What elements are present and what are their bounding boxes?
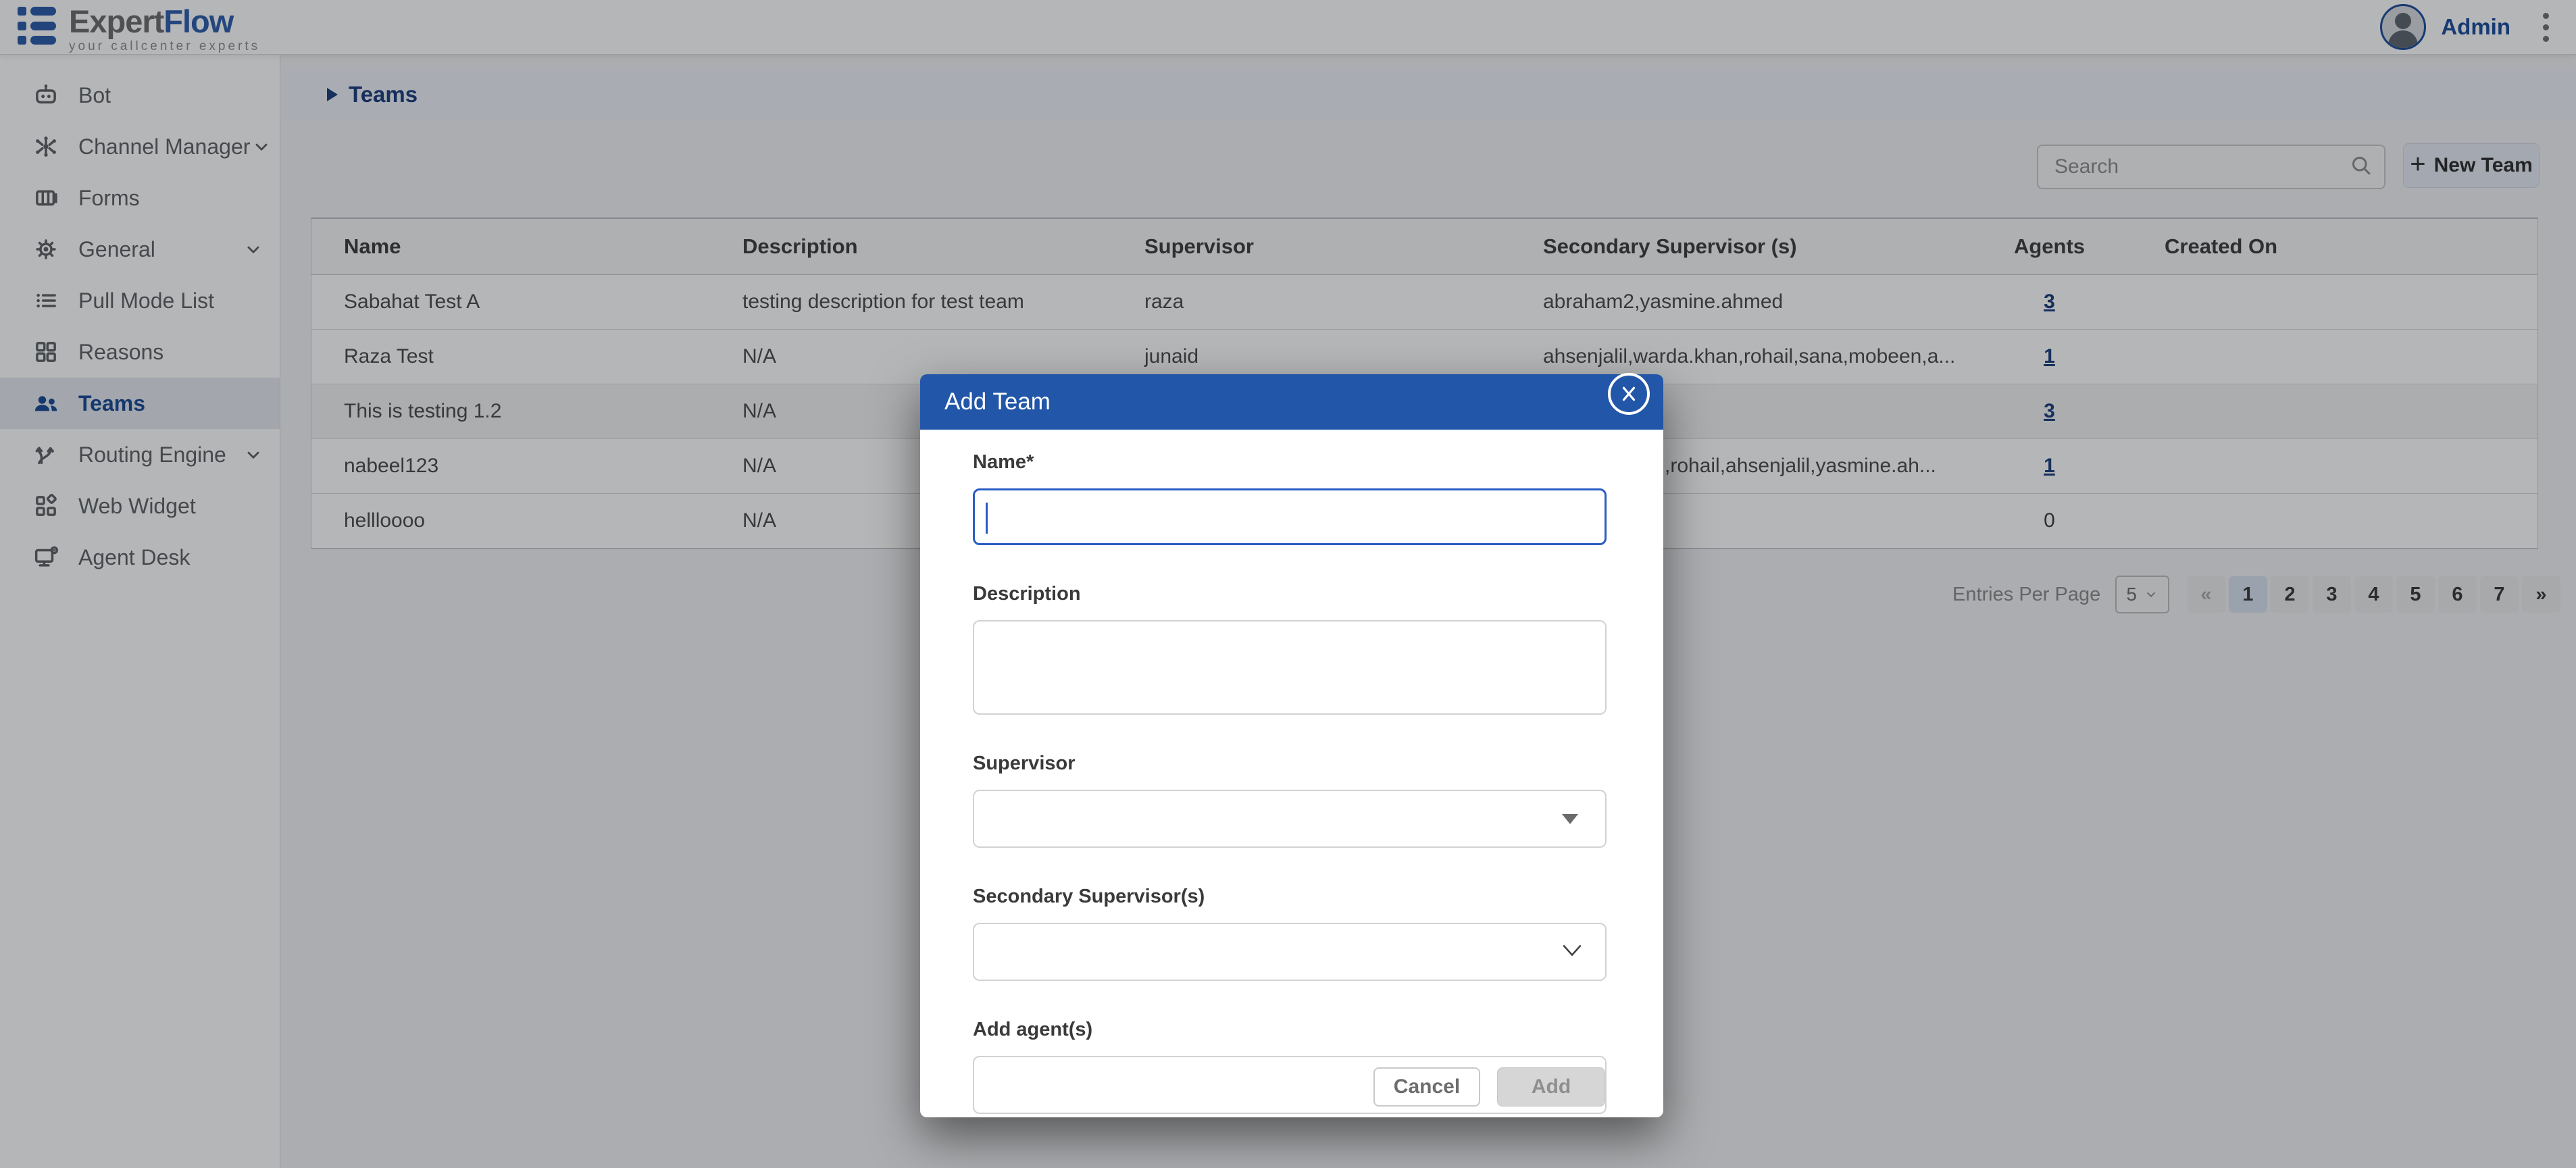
supervisor-label: Supervisor — [973, 753, 1607, 775]
description-label: Description — [973, 583, 1607, 605]
text-caret — [986, 503, 988, 534]
modal-footer: Cancel Add — [920, 1067, 1663, 1108]
supervisor-select[interactable] — [973, 790, 1607, 848]
team-name-input[interactable] — [973, 488, 1607, 545]
cancel-button[interactable]: Cancel — [1373, 1067, 1480, 1107]
add-agents-label: Add agent(s) — [973, 1019, 1607, 1041]
modal-title: Add Team — [944, 388, 1051, 415]
secondary-supervisor-label: Secondary Supervisor(s) — [973, 886, 1607, 908]
chevron-down-icon — [1561, 942, 1584, 963]
close-icon[interactable] — [1608, 373, 1650, 415]
name-label: Name* — [973, 451, 1607, 474]
add-team-modal: Add Team Name* Description Supervisor Se… — [920, 374, 1663, 1117]
secondary-supervisor-select[interactable] — [973, 923, 1607, 981]
dropdown-arrow-icon — [1562, 814, 1578, 824]
modal-header: Add Team — [920, 374, 1663, 430]
description-textarea[interactable] — [973, 620, 1607, 715]
add-button[interactable]: Add — [1497, 1067, 1605, 1107]
